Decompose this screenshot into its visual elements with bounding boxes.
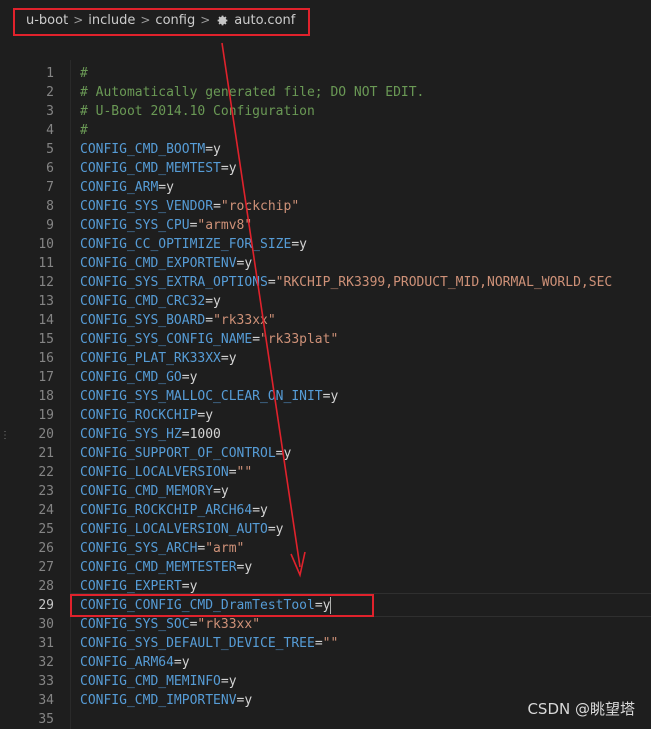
arrow-line [221,42,301,568]
annotation-arrow [221,42,306,578]
watermark: CSDN @眺望塔 [527,700,635,718]
